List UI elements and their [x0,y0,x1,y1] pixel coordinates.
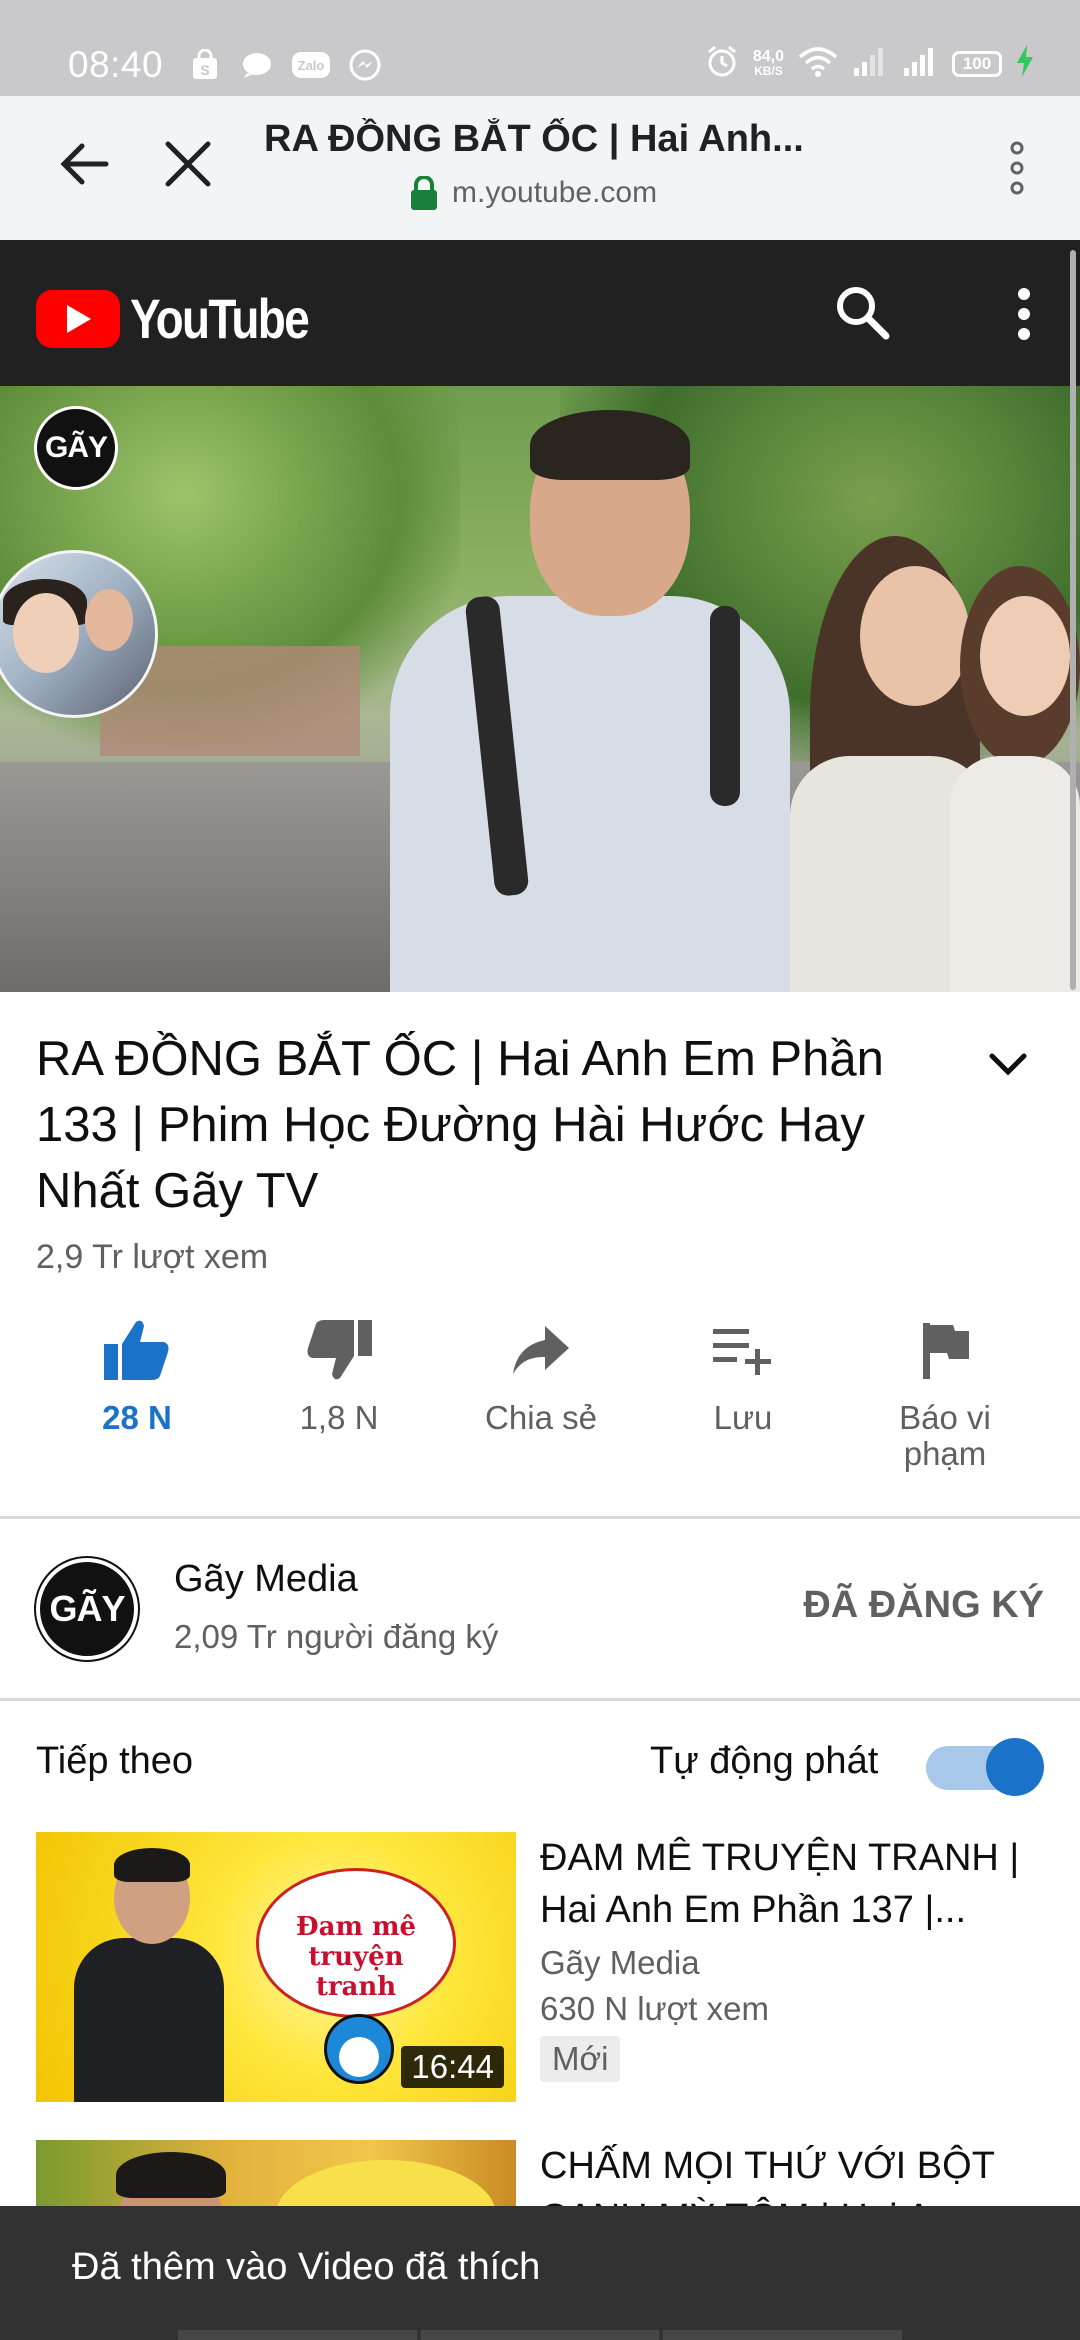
like-count: 28 N [102,1399,172,1436]
youtube-header: YouTube [0,240,1080,386]
subscriber-count: 2,09 Tr người đăng ký [174,1618,499,1655]
system-icons: 84,0 KB/S 100 [705,44,1034,83]
report-button[interactable]: Báo vi phạm [844,1310,1046,1480]
video-actions: 28 N 1,8 N Chia sẻ Lưu Báo vi phạm [0,1310,1080,1480]
video-player[interactable]: GÃY [0,386,1080,992]
snackbar: Đã thêm vào Video đã thích [0,2206,1080,2340]
browser-toolbar: RA ĐỒNG BẮT ỐC | Hai Anh... m.youtube.co… [0,96,1080,240]
recommended-channel: Gãy Media [540,1944,700,1981]
share-icon [511,1310,571,1390]
chevron-down-icon[interactable] [986,1050,1030,1080]
autoplay-label: Tự động phát [650,1740,879,1782]
share-label: Chia sẻ [485,1399,597,1436]
notification-icons: S Zalo [188,48,382,82]
channel-name[interactable]: Gãy Media [174,1558,358,1601]
signal-icon-1 [852,46,888,81]
messenger-icon [348,48,382,82]
dislike-count: 1,8 N [299,1399,379,1436]
search-icon[interactable] [832,282,892,347]
thumb-up-icon [102,1310,172,1390]
battery-icon: 100 [952,50,1002,77]
subscribed-button[interactable]: ĐÃ ĐĂNG KÝ [803,1584,1044,1627]
channel-avatar[interactable]: GÃY [36,1558,138,1660]
zalo-icon: Zalo [292,52,330,78]
recommended-views: 630 N lượt xem [540,1990,769,2027]
video-duration: 16:44 [401,2046,504,2088]
divider [0,1698,1080,1701]
share-button[interactable]: Chia sẻ [440,1310,642,1480]
dislike-button[interactable]: 1,8 N [238,1310,440,1480]
thumb-down-icon [304,1310,374,1390]
thumbnail-person [350,410,790,992]
youtube-logo[interactable]: YouTube [36,286,347,351]
page-scrollbar[interactable] [1070,250,1076,990]
thumbnail-character [324,2014,394,2084]
recommended-video[interactable]: Đam mê truyện tranh 16:44 ĐAM MÊ TRUYỆN … [36,1832,1080,2102]
navigation-gesture-bar [178,2330,903,2340]
toggle-knob [986,1738,1044,1796]
charging-icon [1016,45,1034,82]
wifi-icon [798,45,838,82]
youtube-wordmark: YouTube [130,287,310,350]
browser-more-icon[interactable] [1002,136,1032,200]
bag-icon: S [188,48,222,82]
signal-icon-2 [902,46,938,81]
lock-icon [411,176,437,210]
save-label: Lưu [713,1399,773,1436]
alarm-icon [705,44,739,83]
channel-watermark: GÃY [34,406,118,490]
thumbnail-person [116,2152,226,2198]
status-time: 08:40 [68,44,164,85]
playlist-add-icon [711,1310,775,1390]
svg-text:S: S [200,62,209,78]
more-vert-icon[interactable] [1012,284,1036,344]
divider [0,1516,1080,1519]
snackbar-message: Đã thêm vào Video đã thích [72,2246,541,2288]
report-label: Báo vi phạm [899,1399,991,1472]
close-icon[interactable] [160,136,216,192]
page-title: RA ĐỒNG BẮT ỐC | Hai Anh... [264,118,804,160]
url-area[interactable]: m.youtube.com [410,176,657,210]
chat-icon [240,48,274,82]
network-speed: 84,0 KB/S [752,47,784,79]
recommended-video-title[interactable]: ĐAM MÊ TRUYỆN TRANH | Hai Anh Em Phần 13… [540,1832,1060,1936]
video-thumbnail[interactable]: Đam mê truyện tranh 16:44 [36,1832,516,2102]
thumbnail-person [950,566,1080,992]
youtube-play-icon [36,289,120,348]
up-next-label: Tiếp theo [36,1740,194,1782]
new-badge: Mới [540,2036,621,2082]
back-arrow-icon[interactable] [56,136,112,192]
status-bar: 08:40 S Zalo 84,0 KB/S 100 [0,0,1080,96]
autoplay-toggle[interactable] [924,1738,1044,1796]
flag-icon [919,1310,971,1390]
network-speed-value: 84,0 [752,47,784,65]
video-title: RA ĐỒNG BẮT ỐC | Hai Anh Em Phần 133 | P… [36,1032,884,1218]
like-button[interactable]: 28 N [36,1310,238,1480]
view-count: 2,9 Tr lượt xem [36,1238,269,1276]
url-text: m.youtube.com [452,176,658,209]
thumbnail-text: Đam mê truyện tranh [295,1912,417,2002]
network-speed-unit: KB/S [754,63,783,78]
thumbnail-person [74,1848,224,2102]
save-button[interactable]: Lưu [642,1310,844,1480]
